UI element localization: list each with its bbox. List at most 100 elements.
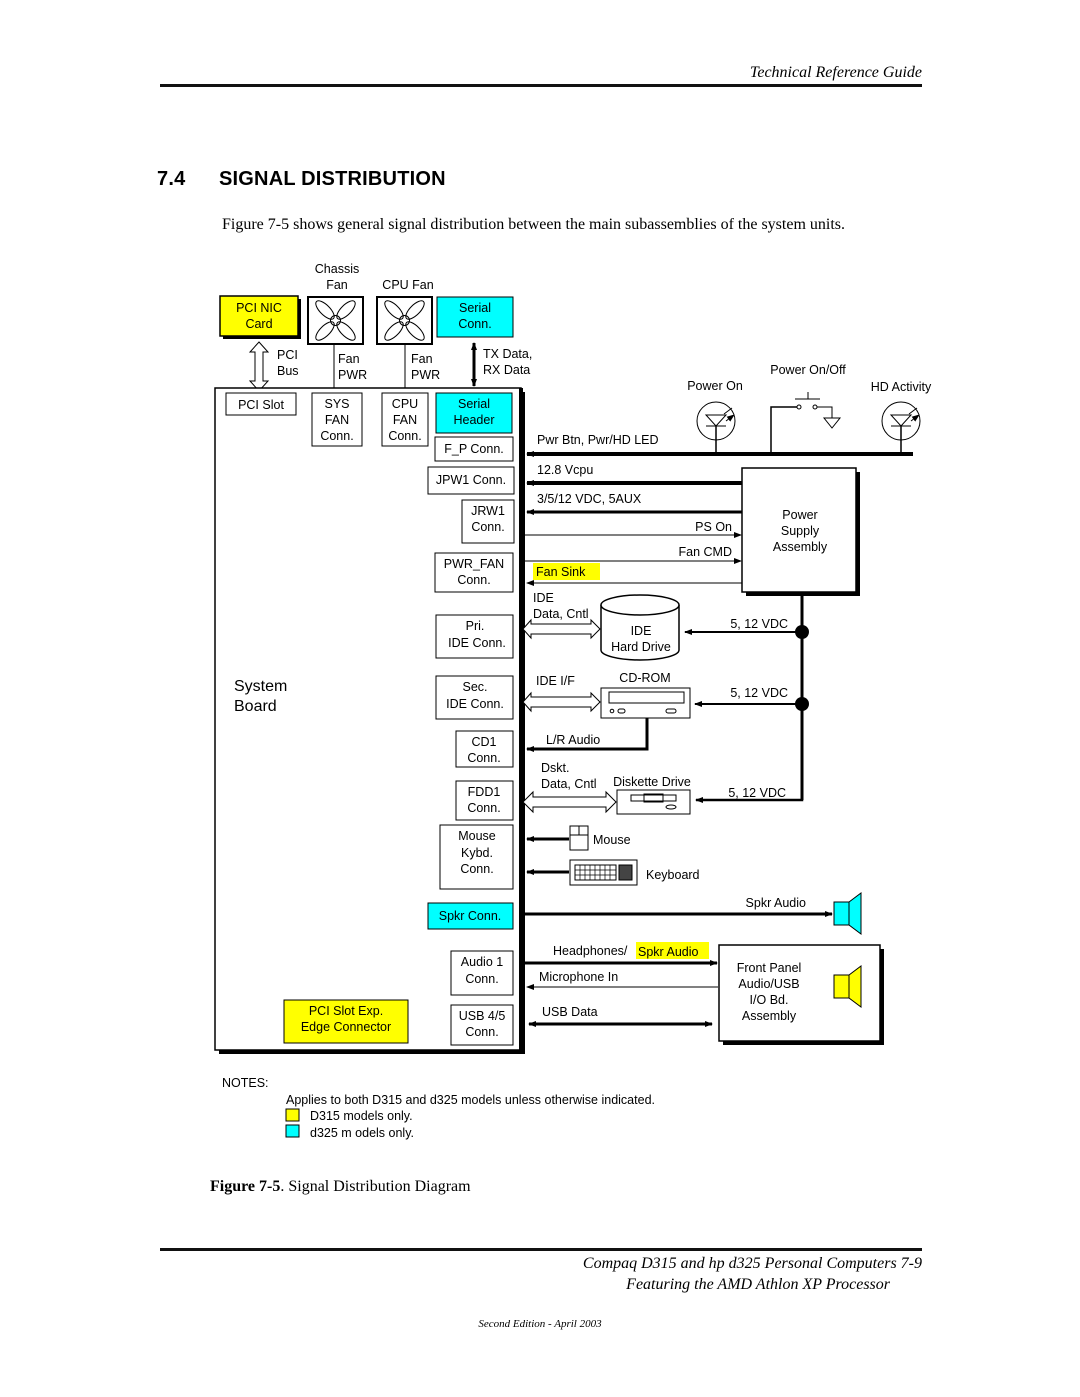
- power-supply-label-2: Supply: [781, 524, 820, 538]
- hard-drive-label: IDE: [631, 624, 652, 638]
- pwr-fan-conn-label: PWR_FAN: [444, 557, 504, 571]
- headphones-label: Headphones/: [553, 944, 628, 958]
- jrw1-conn-label: JRW1: [471, 504, 505, 518]
- pci-slot-exp-label-2: Edge Connector: [301, 1020, 391, 1034]
- sec-ide-label: Sec.: [462, 680, 487, 694]
- hd-vdc-label: 5, 12 VDC: [730, 617, 788, 631]
- chassis-fan-label: Chassis: [315, 262, 359, 276]
- pri-ide-label: Pri.: [466, 619, 485, 633]
- front-panel-io-label-4: Assembly: [742, 1009, 797, 1023]
- usb45-label-2: Conn.: [465, 1025, 498, 1039]
- d315-swatch: [285, 1108, 300, 1122]
- front-panel-io-label: Front Panel: [737, 961, 802, 975]
- pci-bus-label: PCI: [277, 348, 298, 362]
- sys-fan-label-3: Conn.: [320, 429, 353, 443]
- fdd1-label-2: Conn.: [467, 801, 500, 815]
- front-panel-io-label-3: I/O Bd.: [750, 993, 789, 1007]
- vcpu-label: 12.8 Vcpu: [537, 463, 593, 477]
- mouse-kybd-label-2: Kybd.: [461, 846, 493, 860]
- mouse-label: Mouse: [593, 833, 631, 847]
- power-switch-icon: [770, 392, 842, 454]
- usb-data-label: USB Data: [542, 1005, 598, 1019]
- mouse-kybd-label-3: Conn.: [460, 862, 493, 876]
- ide-if-label: IDE I/F: [536, 674, 575, 688]
- fdd1-label: FDD1: [468, 785, 501, 799]
- fp-conn-label: F_P Conn.: [444, 442, 504, 456]
- cd-power-junction: [795, 697, 809, 711]
- mouse-icon: [569, 825, 589, 851]
- sec-ide-label-2: IDE Conn.: [446, 697, 504, 711]
- hd-power-junction: [795, 625, 809, 639]
- tx-data-label: TX Data,: [483, 347, 532, 361]
- footer-rule: [160, 1248, 922, 1251]
- chassis-fan-label-2: Fan: [326, 278, 348, 292]
- pwr-btn-label: Pwr Btn, Pwr/HD LED: [537, 433, 659, 447]
- fan-pwr-label-1b: PWR: [338, 368, 367, 382]
- ide-if-bus-arrow: [522, 691, 601, 713]
- audio1-label: Audio 1: [461, 955, 503, 969]
- mic-in-label: Microphone In: [539, 970, 618, 984]
- jrw1-conn-label-2: Conn.: [471, 520, 504, 534]
- keyboard-label: Keyboard: [646, 868, 700, 882]
- fan-pwr-label-1: Fan: [338, 352, 360, 366]
- sys-fan-label-2: FAN: [325, 413, 349, 427]
- pci-slot-exp-label: PCI Slot Exp.: [309, 1004, 383, 1018]
- serial-header-label-2: Header: [454, 413, 495, 427]
- spkr-audio-label: Spkr Audio: [746, 896, 807, 910]
- fan-sink-label: Fan Sink: [536, 565, 586, 579]
- power-on-led-icon: [696, 401, 735, 454]
- pci-bus-arrow: [248, 341, 270, 392]
- pwr-fan-conn-label-2: Conn.: [457, 573, 490, 587]
- cdrom-icon: [600, 687, 691, 719]
- fd-vdc-label: 5, 12 VDC: [728, 786, 786, 800]
- speaker-icon-cyan: [833, 892, 862, 935]
- system-board-label: System: [234, 678, 287, 695]
- power-on-off-label: Power On/Off: [770, 363, 846, 377]
- pci-bus-label-2: Bus: [277, 364, 299, 378]
- headphones-spkr-label: Spkr Audio: [638, 945, 699, 959]
- fan-cmd-label: Fan CMD: [679, 545, 732, 559]
- keyboard-icon: [569, 859, 638, 886]
- cpu-fan-icon: [376, 296, 433, 345]
- footer-edition: Second Edition - April 2003: [478, 1318, 602, 1330]
- ide-data-label: IDE: [533, 591, 554, 605]
- system-board-label-2: Board: [234, 698, 277, 715]
- ide-data-bus-arrow: [522, 618, 601, 640]
- notes-d325: d325 m odels only.: [310, 1126, 414, 1140]
- rx-data-label: RX Data: [483, 363, 530, 377]
- footer-subtitle: Featuring the AMD Athlon XP Processor: [626, 1276, 890, 1293]
- signal-distribution-diagram: Chassis Fan CPU Fan PCI NIC Card Serial …: [214, 262, 932, 1140]
- cd-vdc-label: 5, 12 VDC: [730, 686, 788, 700]
- cpu-fan-conn-label-3: Conn.: [388, 429, 421, 443]
- power-supply-label-3: Assembly: [773, 540, 828, 554]
- cpu-fan-conn-label-2: FAN: [393, 413, 417, 427]
- ps-on-label: PS On: [695, 520, 732, 534]
- lr-audio-label: L/R Audio: [546, 733, 600, 747]
- notes-d315: D315 models only.: [310, 1109, 413, 1123]
- pci-slot-label: PCI Slot: [238, 398, 284, 412]
- diskette-label: Diskette Drive: [613, 775, 691, 789]
- figure-caption-label: Figure 7-5: [210, 1178, 281, 1195]
- cpu-fan-label: CPU Fan: [382, 278, 433, 292]
- vdc-aux-label: 3/5/12 VDC, 5AUX: [537, 492, 642, 506]
- power-supply-label: Power: [782, 508, 817, 522]
- jpw1-conn-label: JPW1 Conn.: [436, 473, 506, 487]
- notes-heading: NOTES:: [222, 1076, 269, 1090]
- hard-drive-label-2: Hard Drive: [611, 640, 671, 654]
- chassis-fan-icon: [307, 296, 364, 345]
- pri-ide-label-2: IDE Conn.: [448, 636, 506, 650]
- pci-nic-label: PCI NIC: [236, 301, 282, 315]
- front-panel-io-label-2: Audio/USB: [738, 977, 799, 991]
- spkr-conn-label: Spkr Conn.: [439, 909, 502, 923]
- hd-activity-label: HD Activity: [871, 380, 932, 394]
- footer-title: Compaq D315 and hp d325 Personal Compute…: [582, 1255, 922, 1272]
- ide-data-label-2: Data, Cntl: [533, 607, 589, 621]
- notes-general: Applies to both D315 and d325 models unl…: [286, 1093, 655, 1107]
- dskt-label-2: Data, Cntl: [541, 777, 597, 791]
- hd-activity-led-icon: [881, 401, 920, 454]
- cpu-fan-conn-label: CPU: [392, 397, 418, 411]
- d325-swatch: [285, 1124, 300, 1138]
- cdrom-label: CD-ROM: [619, 671, 670, 685]
- mouse-kybd-label: Mouse: [458, 829, 496, 843]
- dskt-label: Dskt.: [541, 761, 569, 775]
